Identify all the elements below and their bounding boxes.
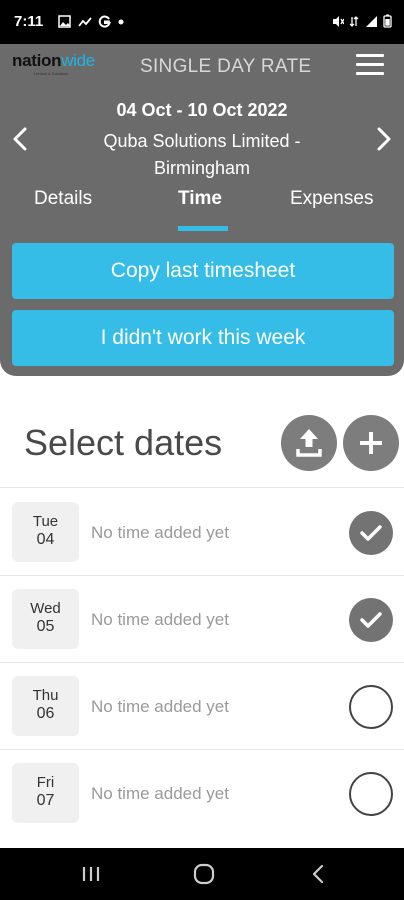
day-status: No time added yet bbox=[91, 523, 229, 542]
client-line-2: Birmingham bbox=[153, 158, 251, 178]
home-icon[interactable] bbox=[192, 862, 216, 886]
day-row[interactable]: Thu 06 No time added yet bbox=[0, 663, 404, 749]
add-button[interactable] bbox=[343, 415, 399, 471]
day-row[interactable]: Tue 04 No time added yet bbox=[0, 489, 404, 575]
day-name: Tue bbox=[32, 513, 59, 530]
divider bbox=[0, 487, 404, 488]
back-icon[interactable] bbox=[308, 863, 328, 885]
active-tab-indicator bbox=[178, 226, 228, 231]
day-name: Fri bbox=[36, 774, 55, 791]
menu-button[interactable] bbox=[356, 54, 384, 76]
day-badge: Fri 07 bbox=[12, 763, 79, 823]
day-name: Wed bbox=[30, 600, 61, 617]
copy-last-timesheet-button[interactable]: Copy last timesheet bbox=[12, 243, 394, 299]
brand-logo: nationwide Limited & Solutions bbox=[12, 51, 108, 76]
system-icons bbox=[332, 14, 392, 29]
system-nav-bar bbox=[0, 848, 404, 900]
checkmark-icon bbox=[360, 525, 382, 541]
day-badge: Thu 06 bbox=[12, 676, 79, 736]
google-icon bbox=[98, 15, 112, 28]
plus-icon bbox=[369, 432, 373, 454]
day-date: 04 bbox=[36, 531, 55, 548]
previous-week-button[interactable] bbox=[8, 122, 32, 156]
upload-icon bbox=[296, 429, 322, 457]
client-line-1: Quba Solutions Limited - bbox=[103, 131, 301, 151]
day-checkbox[interactable] bbox=[349, 772, 393, 816]
hamburger-icon-line bbox=[356, 72, 384, 75]
upload-button[interactable] bbox=[281, 415, 337, 471]
next-week-button[interactable] bbox=[372, 122, 396, 156]
dot-icon bbox=[118, 19, 124, 25]
logo-subtext: Limited & Solutions bbox=[34, 71, 69, 76]
chevron-right-icon bbox=[377, 127, 391, 151]
hamburger-icon-line bbox=[356, 63, 384, 66]
mute-icon bbox=[332, 16, 345, 27]
notification-icons bbox=[58, 14, 124, 29]
day-checkbox[interactable] bbox=[349, 685, 393, 729]
tab-time[interactable]: Time bbox=[178, 188, 222, 210]
day-status: No time added yet bbox=[91, 784, 229, 803]
status-time: 7:11 bbox=[14, 13, 44, 30]
day-date: 07 bbox=[36, 792, 55, 809]
tab-expenses[interactable]: Expenses bbox=[290, 188, 373, 210]
day-date: 06 bbox=[36, 705, 55, 722]
signal-icon bbox=[365, 16, 377, 27]
tab-details[interactable]: Details bbox=[34, 188, 92, 210]
hamburger-icon-line bbox=[356, 54, 384, 57]
section-title: Select dates bbox=[24, 422, 223, 463]
day-checkbox[interactable] bbox=[349, 511, 393, 555]
gallery-icon bbox=[58, 15, 71, 28]
chevron-left-icon bbox=[13, 127, 27, 151]
day-name: Thu bbox=[32, 687, 59, 704]
day-badge: Wed 05 bbox=[12, 589, 79, 649]
client-name: Quba Solutions Limited - Birmingham bbox=[60, 128, 344, 182]
status-bar: 7:11 bbox=[0, 0, 404, 44]
logo-text-accent: wide bbox=[61, 51, 95, 70]
day-status: No time added yet bbox=[91, 697, 229, 716]
data-icon bbox=[349, 16, 359, 27]
day-row[interactable]: Wed 05 No time added yet bbox=[0, 576, 404, 662]
no-work-this-week-button[interactable]: I didn't work this week bbox=[12, 310, 394, 366]
logo-wordmark: nationwide bbox=[12, 51, 108, 71]
recent-apps-icon[interactable] bbox=[80, 864, 102, 884]
day-date: 05 bbox=[36, 618, 55, 635]
day-row[interactable]: Fri 07 No time added yet bbox=[0, 750, 404, 836]
day-badge: Tue 04 bbox=[12, 502, 79, 562]
day-status: No time added yet bbox=[91, 610, 229, 629]
logo-text-main: nation bbox=[12, 51, 62, 70]
trend-icon bbox=[77, 17, 92, 27]
page-title: SINGLE DAY RATE bbox=[140, 56, 312, 77]
date-range: 04 Oct - 10 Oct 2022 bbox=[116, 100, 288, 120]
battery-icon bbox=[383, 14, 392, 28]
checkmark-icon bbox=[360, 612, 382, 628]
day-checkbox[interactable] bbox=[349, 598, 393, 642]
